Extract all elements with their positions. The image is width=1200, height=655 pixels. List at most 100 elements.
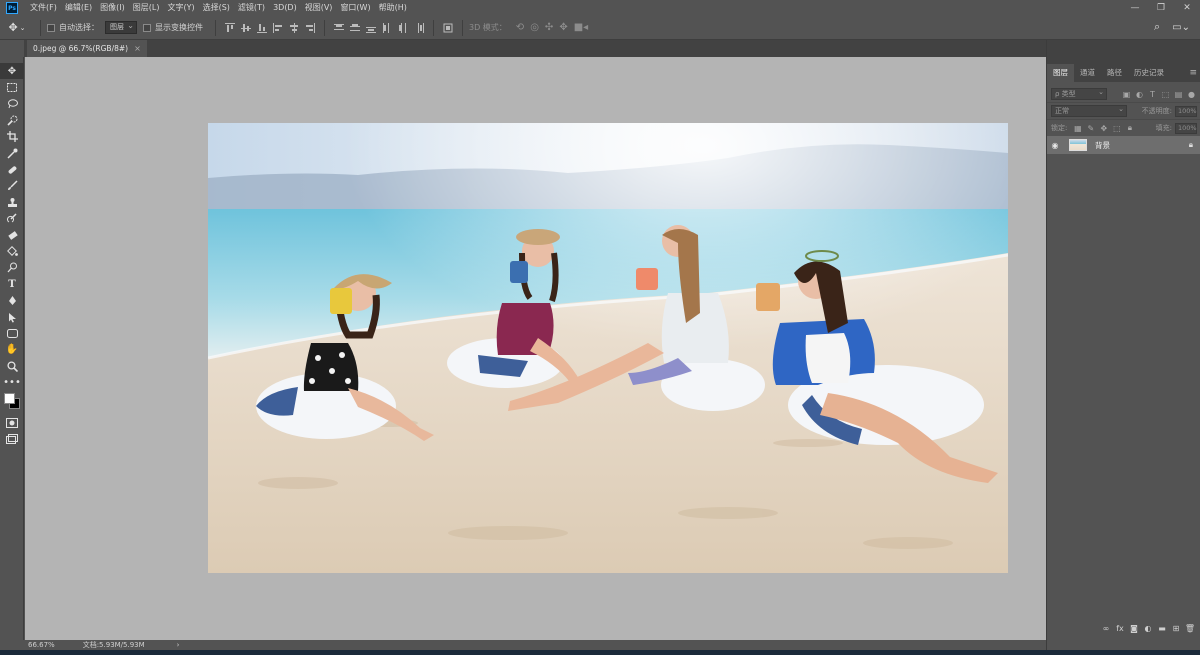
visibility-eye-icon[interactable]: ◉ <box>1047 141 1063 150</box>
zoom-tool-icon[interactable] <box>0 358 24 374</box>
filter-shape-icon[interactable]: ⬚ <box>1160 89 1171 100</box>
align-hcenter-icon[interactable] <box>288 22 300 34</box>
distribute-right-icon[interactable] <box>413 22 425 34</box>
fill-label: 填充: <box>1155 124 1172 132</box>
3d-slide-icon[interactable]: ✥ <box>559 22 567 33</box>
quick-selection-tool-icon[interactable] <box>0 112 24 128</box>
distribute-bottom-icon[interactable] <box>365 22 377 34</box>
pen-tool-icon[interactable] <box>0 292 24 308</box>
fill-input[interactable]: 100% <box>1175 122 1197 134</box>
tab-paths[interactable]: 路径 <box>1101 64 1128 82</box>
new-layer-icon[interactable]: ⊞ <box>1169 624 1183 633</box>
menu-type[interactable]: 文字(Y) <box>163 0 198 16</box>
show-transform-checkbox[interactable] <box>143 23 151 32</box>
menu-3d[interactable]: 3D(D) <box>269 0 301 16</box>
lock-all-icon[interactable]: 🔒︎ <box>1124 123 1135 134</box>
distribute-top-icon[interactable] <box>333 22 345 34</box>
menu-layer[interactable]: 图层(L) <box>129 0 164 16</box>
distribute-left-icon[interactable] <box>381 22 393 34</box>
screen-mode-icon[interactable] <box>0 431 24 447</box>
filter-pixel-icon[interactable]: ▣ <box>1121 89 1132 100</box>
align-right-icon[interactable] <box>304 22 316 34</box>
eyedropper-tool-icon[interactable] <box>0 145 24 161</box>
divider <box>40 19 41 36</box>
eraser-tool-icon[interactable] <box>0 227 24 243</box>
lock-pixels-icon[interactable]: ✎ <box>1085 123 1096 134</box>
edit-toolbar-icon[interactable]: ••• <box>0 374 24 390</box>
canvas-workspace[interactable] <box>25 57 1046 640</box>
add-mask-icon[interactable]: ◙ <box>1127 624 1141 633</box>
restore-button[interactable]: ❐ <box>1148 0 1174 16</box>
auto-select-checkbox[interactable] <box>47 23 55 32</box>
close-tab-icon[interactable]: × <box>134 40 141 57</box>
marquee-tool-icon[interactable] <box>0 79 24 95</box>
auto-align-icon[interactable] <box>442 22 454 34</box>
filter-toggle-icon[interactable]: ● <box>1186 89 1197 100</box>
align-left-icon[interactable] <box>272 22 284 34</box>
layer-filter-kind[interactable]: ρ 类型 <box>1051 87 1107 100</box>
menu-file[interactable]: 文件(F) <box>26 0 61 16</box>
lock-artboard-icon[interactable]: ⬚ <box>1111 123 1122 134</box>
auto-select-dropdown[interactable]: 图层 <box>105 20 137 34</box>
foreground-color-swatch[interactable] <box>4 392 15 404</box>
new-group-icon[interactable]: ▬ <box>1155 624 1169 633</box>
menu-help[interactable]: 帮助(H) <box>375 0 411 16</box>
distribute-hcenter-icon[interactable] <box>397 22 409 34</box>
move-tool-preset-icon[interactable]: ✥ ⌄ <box>0 21 34 34</box>
blend-mode-select[interactable]: 正常 <box>1051 104 1127 117</box>
tab-layers[interactable]: 图层 <box>1047 64 1074 82</box>
menu-filter[interactable]: 滤镜(T) <box>234 0 269 16</box>
lock-transparent-icon[interactable]: ▦ <box>1072 123 1083 134</box>
crop-tool-icon[interactable] <box>0 129 24 145</box>
clone-stamp-tool-icon[interactable] <box>0 194 24 210</box>
move-tool-icon[interactable]: ✥ <box>0 63 24 80</box>
opacity-input[interactable]: 100% <box>1175 105 1197 117</box>
3d-roll-icon[interactable]: ◎ <box>530 22 539 33</box>
document-canvas[interactable] <box>208 123 1008 573</box>
layer-lock-icon[interactable]: 🔒︎ <box>1189 140 1193 150</box>
menu-window[interactable]: 窗口(W) <box>336 0 374 16</box>
quick-mask-icon[interactable] <box>0 415 24 431</box>
lasso-tool-icon[interactable] <box>0 96 24 112</box>
workspace-icon[interactable]: ▭⌄ <box>1172 22 1190 33</box>
minimize-button[interactable]: — <box>1122 0 1148 16</box>
rectangle-tool-icon[interactable] <box>0 325 24 341</box>
type-tool-icon[interactable]: T <box>0 276 24 292</box>
menu-edit[interactable]: 编辑(E) <box>61 0 96 16</box>
filter-adjust-icon[interactable]: ◐ <box>1134 89 1145 100</box>
zoom-level[interactable]: 66.67% <box>28 641 55 649</box>
lock-position-icon[interactable]: ✥ <box>1098 123 1109 134</box>
layer-style-icon[interactable]: fx <box>1113 624 1127 633</box>
align-top-icon[interactable] <box>224 22 236 34</box>
dodge-tool-icon[interactable] <box>0 260 24 276</box>
spot-healing-brush-icon[interactable] <box>0 161 24 177</box>
tab-channels[interactable]: 通道 <box>1074 64 1101 82</box>
paint-bucket-tool-icon[interactable] <box>0 243 24 259</box>
adjustment-layer-icon[interactable]: ◐ <box>1141 624 1155 633</box>
align-bottom-icon[interactable] <box>256 22 268 34</box>
history-brush-tool-icon[interactable] <box>0 211 24 227</box>
3d-orbit-icon[interactable]: ⟲ <box>516 22 524 33</box>
filter-smart-icon[interactable]: ▤ <box>1173 89 1184 100</box>
divider <box>433 19 434 36</box>
layer-row-background[interactable]: ◉ 背景 🔒︎ <box>1047 136 1200 154</box>
path-selection-tool-icon[interactable] <box>0 309 24 325</box>
delete-layer-icon[interactable]: 🗑︎ <box>1183 624 1197 633</box>
menu-select[interactable]: 选择(S) <box>199 0 234 16</box>
align-vcenter-icon[interactable] <box>240 22 252 34</box>
hand-tool-icon[interactable]: ✋ <box>0 342 24 358</box>
close-window-button[interactable]: ✕ <box>1174 0 1200 16</box>
search-icon[interactable]: ⌕ <box>1154 20 1160 34</box>
tab-history[interactable]: 历史记录 <box>1128 64 1170 82</box>
3d-scale-icon[interactable]: ■◂ <box>574 22 588 33</box>
filter-type-icon[interactable]: T <box>1147 89 1158 100</box>
menu-view[interactable]: 视图(V) <box>301 0 337 16</box>
brush-tool-icon[interactable] <box>0 178 24 194</box>
distribute-vcenter-icon[interactable] <box>349 22 361 34</box>
document-tab[interactable]: 0.jpeg @ 66.7%(RGB/8#) × <box>27 40 147 57</box>
status-menu-arrow[interactable]: › <box>177 641 180 649</box>
link-layers-icon[interactable]: ∞ <box>1099 624 1113 633</box>
3d-pan-icon[interactable]: ✣ <box>545 22 553 33</box>
panel-menu-icon[interactable]: ≡ <box>1189 64 1197 82</box>
menu-image[interactable]: 图像(I) <box>96 0 129 16</box>
